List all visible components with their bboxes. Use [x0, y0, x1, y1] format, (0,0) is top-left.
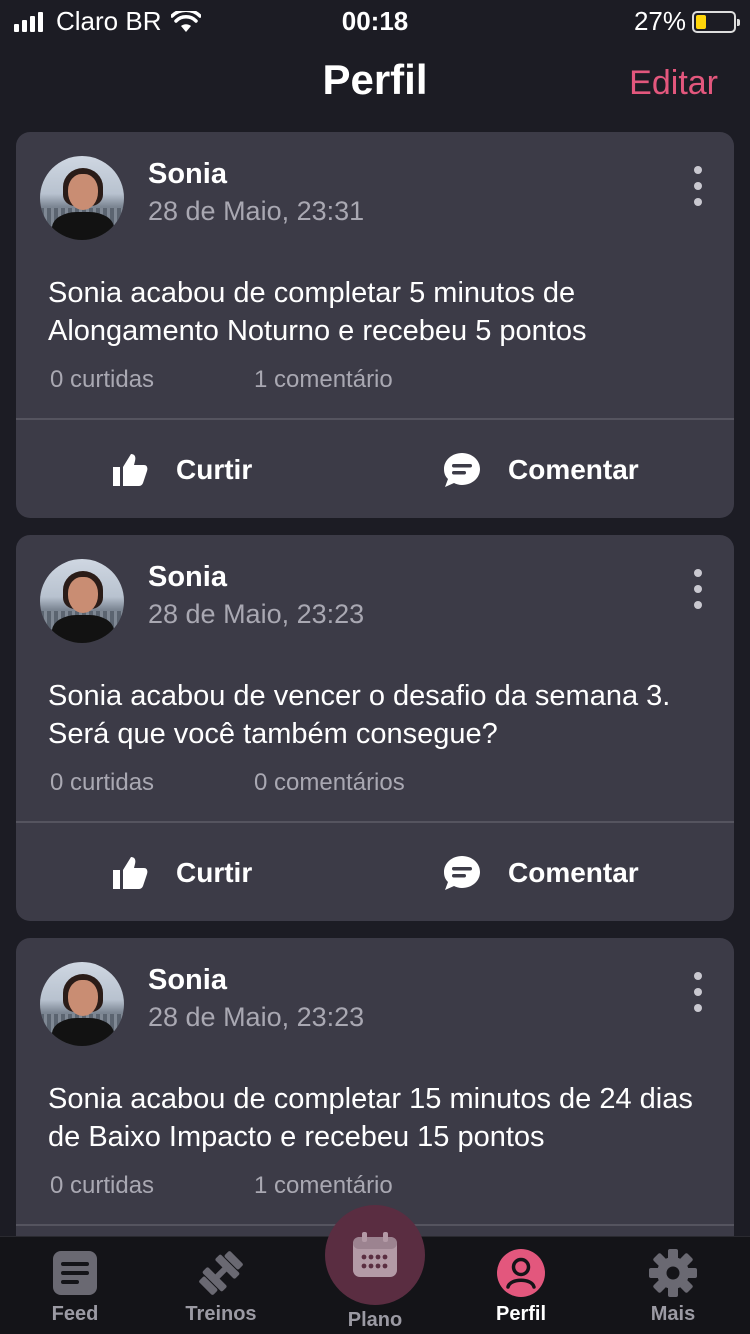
nav-item-mais[interactable]: Mais [598, 1247, 748, 1326]
like-button[interactable]: Curtir [110, 450, 252, 490]
status-bar: Claro BR 00:18 27% [0, 0, 750, 40]
comments-count[interactable]: 0 comentários [254, 769, 405, 797]
nav-label-plano: Plano [347, 1309, 403, 1331]
more-options-button[interactable] [686, 972, 710, 1012]
thumbs-up-icon [110, 853, 150, 893]
header: Perfil Editar [0, 50, 750, 114]
battery-percent: 27% [633, 6, 686, 36]
battery-icon [692, 10, 740, 33]
bottom-nav: Feed Treinos Plano Perfil Mais [0, 1205, 750, 1334]
profile-icon [495, 1247, 547, 1299]
avatar[interactable] [40, 559, 124, 643]
author-name[interactable]: Sonia [148, 964, 227, 997]
thumbs-up-icon [110, 450, 150, 490]
post-card: Sonia 28 de Maio, 23:23 Sonia acabou de ve… [16, 535, 734, 921]
nav-item-feed[interactable]: Feed [0, 1247, 150, 1326]
post-timestamp: 28 de Maio, 23:23 [148, 599, 365, 629]
nav-label-perfil: Perfil [495, 1303, 547, 1325]
post-feed: Sonia 28 de Maio, 23:31 Sonia acabou de co… [16, 132, 734, 1334]
post-timestamp: 28 de Maio, 23:31 [148, 196, 365, 226]
comment-bubble-icon [442, 853, 482, 893]
comment-label: Comentar [508, 857, 639, 888]
dumbbell-icon [195, 1247, 247, 1299]
nav-label-feed: Feed [51, 1303, 99, 1325]
more-options-button[interactable] [686, 166, 710, 206]
calendar-icon [353, 1232, 397, 1277]
nav-item-plano[interactable] [325, 1205, 425, 1305]
comment-label: Comentar [508, 454, 639, 485]
divider [16, 418, 734, 420]
post-text: Sonia acabou de completar 15 minutos de … [48, 1083, 693, 1153]
likes-count[interactable]: 0 curtidas [50, 366, 154, 394]
edit-button[interactable]: Editar [629, 64, 718, 103]
nav-item-treinos[interactable]: Treinos [146, 1247, 296, 1326]
comment-button[interactable]: Comentar [442, 853, 639, 893]
comments-count[interactable]: 1 comentário [254, 1172, 393, 1200]
divider [16, 821, 734, 823]
post-card: Sonia 28 de Maio, 23:31 Sonia acabou de co… [16, 132, 734, 518]
author-name[interactable]: Sonia [148, 158, 227, 191]
post-timestamp: 28 de Maio, 23:23 [148, 1002, 365, 1032]
post-text: Sonia acabou de completar 5 minutos de A… [48, 277, 587, 347]
author-name[interactable]: Sonia [148, 561, 227, 594]
nav-label-treinos: Treinos [185, 1303, 257, 1325]
avatar[interactable] [40, 156, 124, 240]
like-button[interactable]: Curtir [110, 853, 252, 893]
nav-item-perfil[interactable]: Perfil [446, 1247, 596, 1326]
likes-count[interactable]: 0 curtidas [50, 1172, 154, 1200]
feed-icon [49, 1247, 101, 1299]
nav-label-mais: Mais [650, 1303, 696, 1325]
like-label: Curtir [176, 454, 253, 485]
gear-icon [647, 1247, 699, 1299]
comments-count[interactable]: 1 comentário [254, 366, 393, 394]
likes-count[interactable]: 0 curtidas [50, 769, 154, 797]
post-text: Sonia acabou de vencer o desafio da sema… [48, 680, 671, 750]
more-options-button[interactable] [686, 569, 710, 609]
like-label: Curtir [176, 857, 253, 888]
avatar[interactable] [40, 962, 124, 1046]
comment-button[interactable]: Comentar [442, 450, 639, 490]
comment-bubble-icon [442, 450, 482, 490]
